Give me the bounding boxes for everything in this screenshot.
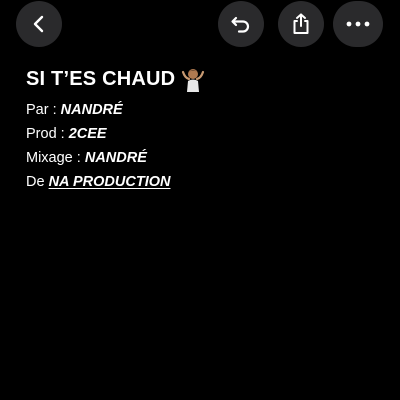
credit-value: NANDRÉ <box>60 102 123 118</box>
credit-value: NANDRÉ <box>84 150 147 166</box>
credit-value: 2CEE <box>68 126 107 142</box>
production-link[interactable]: NA PRODUCTION <box>49 174 171 190</box>
ellipsis-icon <box>346 21 370 27</box>
back-button[interactable] <box>16 1 62 47</box>
credit-label: De <box>26 174 49 190</box>
note-content[interactable]: SI T’ES CHAUD Par : NANDRÉ Prod : 2CEE M… <box>26 64 386 194</box>
more-options-button[interactable] <box>333 1 383 47</box>
chevron-left-icon <box>32 14 46 34</box>
credit-label: Prod : <box>26 126 69 142</box>
credit-line-de: De NA PRODUCTION <box>26 170 386 194</box>
credit-line-par: Par : NANDRÉ <box>26 98 386 122</box>
share-button[interactable] <box>278 1 324 47</box>
credit-line-prod: Prod : 2CEE <box>26 122 386 146</box>
note-title: SI T’ES CHAUD <box>26 67 176 90</box>
undo-icon <box>230 13 252 35</box>
note-title-row: SI T’ES CHAUD <box>26 64 386 94</box>
credit-label: Mixage : <box>26 150 85 166</box>
undo-button[interactable] <box>218 1 264 47</box>
notes-screen: SI T’ES CHAUD Par : NANDRÉ Prod : 2CEE M… <box>0 0 400 400</box>
credit-line-mixage: Mixage : NANDRÉ <box>26 146 386 170</box>
person-shrugging-emoji-icon <box>181 66 205 92</box>
credit-label: Par : <box>26 102 61 118</box>
share-icon <box>290 12 312 36</box>
